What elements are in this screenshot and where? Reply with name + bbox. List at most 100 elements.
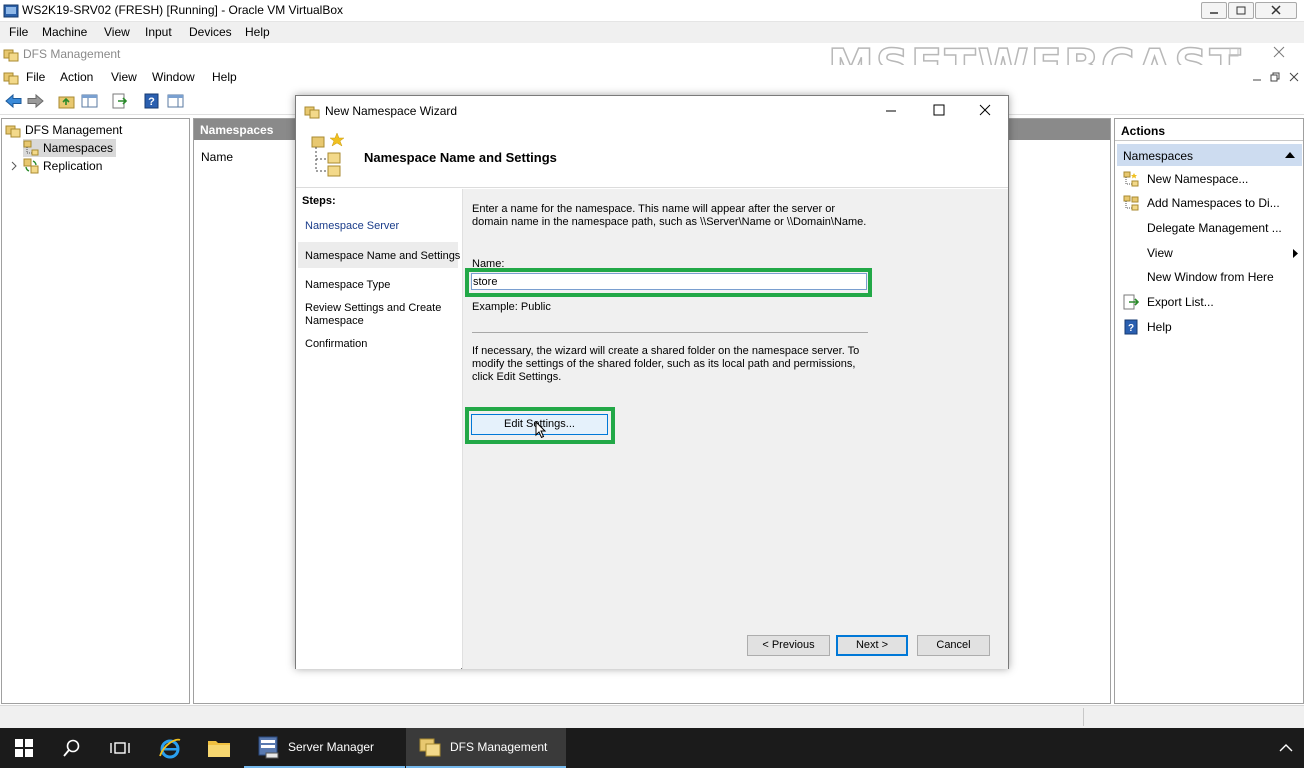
taskbar-app-label: Server Manager — [288, 740, 375, 754]
up-folder-icon[interactable] — [57, 92, 76, 110]
wizard-steps: Steps: Namespace Server Namespace Name a… — [296, 189, 461, 669]
dfs-management-icon — [418, 735, 442, 759]
mmc-menu-view[interactable]: View — [111, 70, 137, 84]
console-tree: DFS Management Namespaces Replication — [1, 118, 190, 704]
action-new-window[interactable]: New Window from Here — [1123, 266, 1301, 288]
new-namespace-icon — [1123, 171, 1147, 187]
next-button[interactable]: Next > — [836, 635, 908, 656]
mmc-doc-icon — [3, 69, 19, 85]
action-help[interactable]: ? Help — [1123, 316, 1301, 338]
column-header-name[interactable]: Name — [201, 150, 233, 164]
tree-item-label: DFS Management — [25, 123, 123, 137]
wizard-heading: Namespace Name and Settings — [364, 150, 557, 165]
wizard-title: New Namespace Wizard — [325, 104, 458, 118]
child-minimize-icon[interactable] — [1251, 71, 1263, 83]
mmc-close-icon[interactable] — [1273, 46, 1285, 58]
mmc-menu-action[interactable]: Action — [60, 70, 93, 84]
forward-arrow-icon[interactable] — [26, 92, 45, 110]
show-action-pane-icon[interactable] — [166, 92, 185, 110]
taskbar-app-label: DFS Management — [450, 740, 548, 754]
step-namespace-type: Namespace Type — [305, 279, 391, 291]
action-label: Delegate Management ... — [1147, 221, 1282, 235]
actions-header: Actions — [1115, 119, 1303, 141]
action-add-namespaces[interactable]: Add Namespaces to Di... — [1123, 192, 1301, 214]
tree-item-namespaces[interactable]: Namespaces — [23, 139, 117, 157]
actions-header-title: Actions — [1121, 124, 1166, 138]
example-text: Example: Public — [472, 301, 551, 313]
export-list-icon[interactable] — [110, 92, 129, 110]
vbox-title-bar: WS2K19-SRV02 (FRESH) [Running] - Oracle … — [0, 0, 1304, 22]
cancel-button[interactable]: Cancel — [917, 635, 990, 656]
help-icon[interactable]: ? — [142, 92, 161, 110]
svg-text:?: ? — [148, 96, 155, 108]
name-field-highlight — [465, 268, 872, 297]
actions-pane: Actions Namespaces New Namespace... Add … — [1114, 118, 1304, 704]
mmc-menu-window[interactable]: Window — [152, 70, 195, 84]
wizard-content: Enter a name for the namespace. This nam… — [462, 189, 1008, 669]
action-export-list[interactable]: Export List... — [1123, 291, 1301, 313]
help-icon: ? — [1123, 319, 1147, 335]
show-hidden-icons-chevron-icon[interactable] — [1266, 728, 1304, 768]
action-label: Add Namespaces to Di... — [1147, 196, 1280, 210]
mmc-menu-file[interactable]: File — [26, 70, 45, 84]
mmc-restore-icon[interactable] — [1228, 46, 1240, 58]
mmc-menu-help[interactable]: Help — [212, 70, 237, 84]
wizard-close-icon[interactable] — [979, 104, 991, 116]
step-namespace-server[interactable]: Namespace Server — [305, 220, 461, 233]
dfs-management-icon — [5, 122, 21, 138]
taskbar-app-server-manager[interactable]: Server Manager — [244, 728, 405, 768]
previous-button[interactable]: < Previous — [747, 635, 830, 656]
vbox-menu-input[interactable]: Input — [145, 25, 172, 39]
export-icon — [1123, 294, 1147, 310]
wizard-icon — [304, 103, 320, 119]
collapse-arrow-icon[interactable] — [1285, 151, 1295, 159]
back-arrow-icon[interactable] — [4, 92, 23, 110]
wizard-title-bar: New Namespace Wizard — [296, 96, 1008, 126]
show-hide-tree-icon[interactable] — [80, 92, 99, 110]
taskbar-app-dfs-management[interactable]: DFS Management — [406, 728, 566, 768]
file-explorer-icon[interactable] — [195, 728, 243, 768]
step-namespace-name: Namespace Name and Settings — [305, 250, 461, 262]
action-label: Export List... — [1147, 295, 1214, 309]
vbox-menu-help[interactable]: Help — [245, 25, 270, 39]
mouse-cursor-icon — [535, 421, 547, 439]
new-namespace-wizard: New Namespace Wizard Namespace Name and … — [295, 95, 1009, 669]
child-restore-icon[interactable] — [1269, 71, 1281, 83]
virtualbox-icon — [3, 3, 19, 19]
internet-explorer-icon[interactable] — [146, 728, 194, 768]
vbox-menu-devices[interactable]: Devices — [189, 25, 232, 39]
status-divider — [1083, 708, 1084, 726]
minimize-button[interactable] — [1201, 2, 1227, 19]
wizard-maximize-icon[interactable] — [933, 104, 945, 116]
separator — [472, 332, 868, 333]
results-header-title: Namespaces — [200, 123, 274, 137]
action-delegate-management[interactable]: Delegate Management ... — [1123, 217, 1301, 239]
search-button[interactable] — [48, 728, 96, 768]
action-label: New Namespace... — [1147, 172, 1249, 186]
close-button[interactable] — [1255, 2, 1297, 19]
vbox-menu-file[interactable]: File — [9, 25, 28, 39]
svg-text:?: ? — [1128, 323, 1134, 334]
mmc-window-title: DFS Management — [23, 47, 121, 61]
namespace-icon — [23, 140, 39, 156]
task-view-button[interactable] — [96, 728, 144, 768]
vbox-menu-machine[interactable]: Machine — [42, 25, 87, 39]
replication-icon — [23, 158, 39, 174]
mmc-title-bar: DFS Management MSFTWEBCAST — [0, 38, 1304, 94]
vbox-menu-view[interactable]: View — [104, 25, 130, 39]
actions-section-namespaces[interactable]: Namespaces — [1117, 144, 1302, 166]
tree-item-label: Replication — [43, 159, 103, 173]
submenu-arrow-icon — [1292, 249, 1299, 258]
tree-item-replication[interactable]: Replication — [9, 157, 102, 175]
status-bar — [0, 705, 1304, 728]
tree-item-dfs-management[interactable]: DFS Management — [5, 121, 122, 139]
actions-section-title: Namespaces — [1123, 149, 1194, 163]
maximize-button[interactable] — [1228, 2, 1254, 19]
action-view[interactable]: View — [1123, 242, 1301, 264]
taskbar: Server Manager DFS Management — [0, 728, 1304, 768]
child-close-icon[interactable] — [1288, 71, 1300, 83]
action-new-namespace[interactable]: New Namespace... — [1123, 168, 1301, 190]
start-button[interactable] — [0, 728, 48, 768]
expand-chevron-icon[interactable] — [9, 161, 19, 171]
wizard-minimize-icon[interactable] — [885, 105, 897, 117]
